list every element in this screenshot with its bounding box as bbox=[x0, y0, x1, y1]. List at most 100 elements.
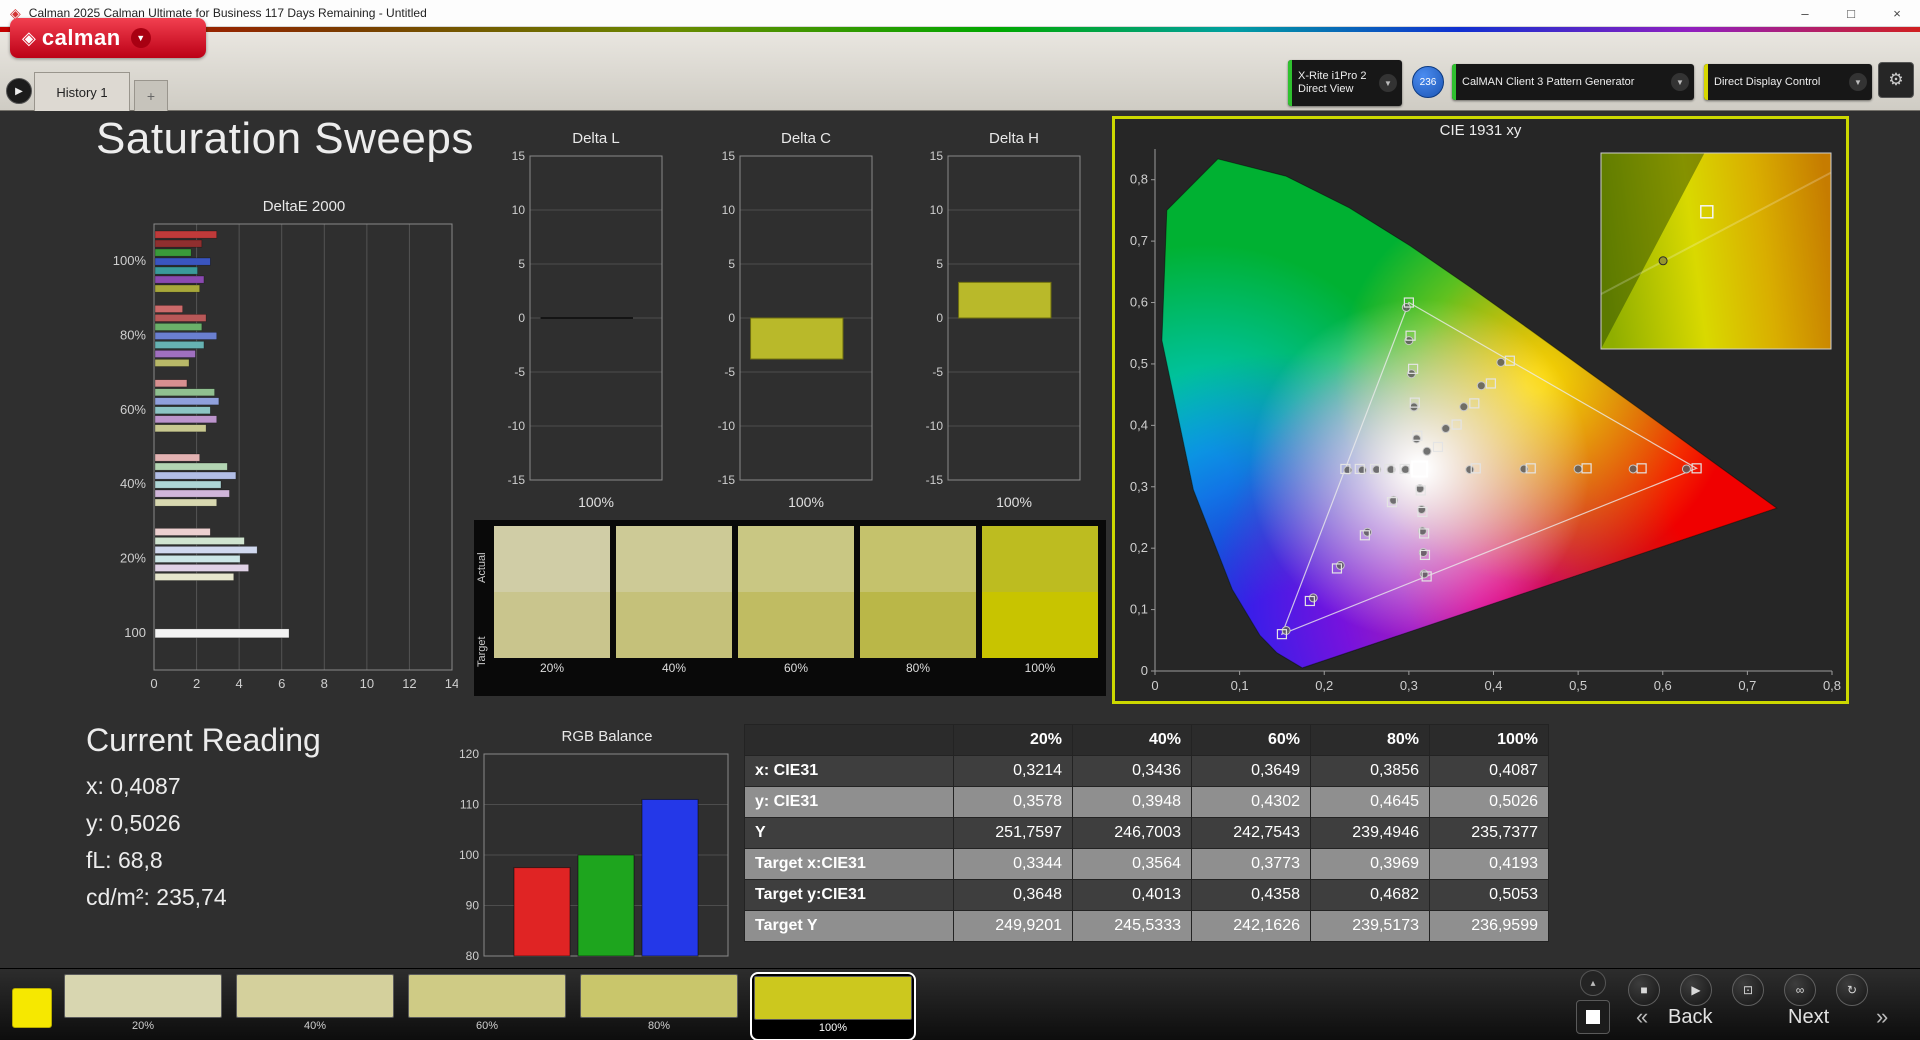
table-header-cell: 60% bbox=[1192, 725, 1311, 756]
svg-text:0,4: 0,4 bbox=[1484, 678, 1502, 693]
refresh-icon: ↻ bbox=[1847, 983, 1857, 997]
meter-name: X-Rite i1Pro 2 bbox=[1298, 70, 1373, 83]
delta-c-xlabel: 100% bbox=[710, 493, 882, 511]
swatch-chip bbox=[236, 974, 394, 1018]
svg-text:-15: -15 bbox=[926, 473, 944, 487]
next-chevron-icon[interactable]: » bbox=[1876, 1004, 1888, 1030]
saturation-swatch-column: 100% bbox=[982, 526, 1098, 694]
svg-text:100%: 100% bbox=[113, 253, 147, 268]
delta-c-title: Delta C bbox=[710, 128, 882, 150]
delta-h-chart: 151050-5-10-15 bbox=[918, 150, 1090, 488]
display-control-select[interactable]: Direct Display Control ▼ bbox=[1704, 64, 1872, 100]
save-icon: ⊡ bbox=[1743, 983, 1753, 997]
settings-button[interactable]: ⚙ bbox=[1878, 62, 1914, 98]
link-icon: ∞ bbox=[1796, 983, 1805, 997]
svg-text:110: 110 bbox=[460, 798, 479, 812]
table-cell: 0,3578 bbox=[954, 787, 1073, 818]
table-cell: 242,7543 bbox=[1192, 818, 1311, 849]
play-icon: ▶ bbox=[1691, 983, 1700, 997]
add-tab-button[interactable]: + bbox=[134, 80, 168, 111]
svg-text:0,8: 0,8 bbox=[1823, 678, 1841, 693]
calman-logo-icon: ◈ bbox=[22, 28, 36, 49]
calman-menu-button[interactable]: ◈ calman ▼ bbox=[10, 18, 206, 58]
table-header-cell: 40% bbox=[1073, 725, 1192, 756]
swatch-column-label: 60% bbox=[738, 658, 854, 678]
svg-text:0,3: 0,3 bbox=[1400, 678, 1418, 693]
history-nav-button[interactable]: ▶ bbox=[6, 78, 32, 104]
panel-collapse-button[interactable]: ▴ bbox=[1580, 970, 1606, 996]
cie-1931-panel: CIE 1931 xy 00,10,20,30,40,50,60,70,800,… bbox=[1112, 116, 1849, 704]
table-cell: 0,3948 bbox=[1073, 787, 1192, 818]
saturation-swatch-column: 60% bbox=[738, 526, 854, 694]
table-row: Target x:CIE310,33440,35640,37730,39690,… bbox=[745, 849, 1549, 880]
back-button[interactable]: Back bbox=[1668, 1006, 1712, 1029]
table-cell: 0,3564 bbox=[1073, 849, 1192, 880]
table-row: Target Y249,9201245,5333242,1626239,5173… bbox=[745, 911, 1549, 942]
svg-text:0: 0 bbox=[518, 311, 525, 325]
bottom-swatch-100%[interactable]: 100% bbox=[752, 974, 914, 1039]
pattern-window-button[interactable] bbox=[1576, 1000, 1610, 1034]
table-cell: 0,3436 bbox=[1073, 756, 1192, 787]
refresh-button[interactable]: ↻ bbox=[1836, 974, 1868, 1006]
table-cell: 251,7597 bbox=[954, 818, 1073, 849]
bottom-swatch-60%[interactable]: 60% bbox=[408, 974, 566, 1039]
table-row: Y251,7597246,7003242,7543239,4946235,737… bbox=[745, 818, 1549, 849]
next-button[interactable]: Next bbox=[1788, 1006, 1829, 1029]
svg-text:15: 15 bbox=[930, 150, 944, 163]
pattern-generator-select[interactable]: CalMAN Client 3 Pattern Generator ▼ bbox=[1452, 64, 1694, 100]
link-button[interactable]: ∞ bbox=[1784, 974, 1816, 1006]
svg-text:10: 10 bbox=[930, 203, 944, 217]
bottom-swatch-80%[interactable]: 80% bbox=[580, 974, 738, 1039]
actual-swatch bbox=[860, 526, 976, 592]
bottom-swatch-40%[interactable]: 40% bbox=[236, 974, 394, 1039]
table-header-cell bbox=[745, 725, 954, 756]
bottom-swatch-20%[interactable]: 20% bbox=[64, 974, 222, 1039]
delta-l-panel: Delta L 151050-5-10-15 100% bbox=[500, 128, 672, 511]
svg-text:2: 2 bbox=[193, 676, 200, 691]
meter-select[interactable]: X-Rite i1Pro 2 Direct View ▼ bbox=[1288, 60, 1402, 106]
target-swatch bbox=[616, 592, 732, 658]
tab-history-1[interactable]: History 1 bbox=[34, 72, 130, 111]
svg-text:90: 90 bbox=[466, 899, 480, 913]
svg-text:0,5: 0,5 bbox=[1130, 356, 1148, 371]
swatch-chip bbox=[64, 974, 222, 1018]
calman-menu-chevron-icon: ▼ bbox=[131, 28, 151, 48]
deltae-2000-chart: 02468101214100%80%60%40%20%100 bbox=[108, 218, 458, 696]
svg-text:4: 4 bbox=[236, 676, 243, 691]
table-cell: 0,3773 bbox=[1192, 849, 1311, 880]
swatch-label: 60% bbox=[408, 1018, 566, 1035]
play-button[interactable]: ▶ bbox=[1680, 974, 1712, 1006]
stop-button[interactable]: ■ bbox=[1628, 974, 1660, 1006]
svg-text:100: 100 bbox=[124, 625, 146, 640]
table-cell: 0,3969 bbox=[1311, 849, 1430, 880]
title-bar: ◈ Calman 2025 Calman Ultimate for Busine… bbox=[0, 0, 1920, 27]
maximize-button[interactable]: □ bbox=[1828, 0, 1874, 26]
close-button[interactable]: × bbox=[1874, 0, 1920, 26]
table-cell: 0,5026 bbox=[1430, 787, 1549, 818]
table-row-label: y: CIE31 bbox=[745, 787, 954, 818]
table-row-label: x: CIE31 bbox=[745, 756, 954, 787]
table-cell: 249,9201 bbox=[954, 911, 1073, 942]
rgb-balance-chart: 1201101009080 bbox=[446, 748, 736, 960]
svg-text:5: 5 bbox=[936, 257, 943, 271]
save-button[interactable]: ⊡ bbox=[1732, 974, 1764, 1006]
svg-text:10: 10 bbox=[722, 203, 736, 217]
svg-text:0,5: 0,5 bbox=[1569, 678, 1587, 693]
table-cell: 0,4302 bbox=[1192, 787, 1311, 818]
table-cell: 0,4087 bbox=[1430, 756, 1549, 787]
display-dropdown-icon: ▼ bbox=[1849, 73, 1867, 91]
svg-text:0,2: 0,2 bbox=[1130, 540, 1148, 555]
deltae-2000-panel: DeltaE 2000 02468101214100%80%60%40%20%1… bbox=[108, 196, 460, 701]
table-cell: 0,3344 bbox=[954, 849, 1073, 880]
delta-h-xlabel: 100% bbox=[918, 493, 1090, 511]
meter-count-badge[interactable]: 236 bbox=[1412, 66, 1444, 98]
svg-text:0: 0 bbox=[936, 311, 943, 325]
measurement-table: 20%40%60%80%100% x: CIE310,32140,34360,3… bbox=[744, 724, 1549, 942]
minimize-button[interactable]: – bbox=[1782, 0, 1828, 26]
svg-text:-5: -5 bbox=[514, 365, 525, 379]
back-chevron-icon[interactable]: « bbox=[1636, 1004, 1648, 1030]
svg-text:0,4: 0,4 bbox=[1130, 417, 1148, 432]
table-cell: 246,7003 bbox=[1073, 818, 1192, 849]
swatch-column-label: 40% bbox=[616, 658, 732, 678]
svg-text:-10: -10 bbox=[926, 419, 944, 433]
